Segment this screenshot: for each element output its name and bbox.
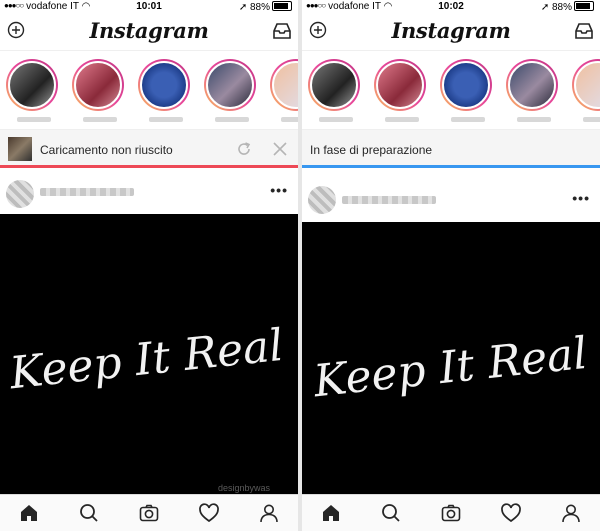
post-username[interactable]: [342, 196, 436, 204]
status-bar: ●●●○○ vodafone IT ◠ 10:02 ➚ 88%: [302, 0, 600, 14]
battery-percent: 88%: [249, 2, 270, 13]
post-username[interactable]: [40, 188, 134, 196]
post-watermark: designbywas: [217, 483, 270, 493]
upload-status-banner: In fase di preparazione: [302, 130, 600, 168]
inbox-icon[interactable]: [272, 22, 292, 40]
profile-icon[interactable]: [258, 502, 280, 524]
inbox-icon[interactable]: [574, 22, 594, 40]
post-image[interactable]: Keep It Real: [302, 222, 600, 497]
upload-thumbnail: [8, 137, 32, 161]
camera-icon[interactable]: [440, 502, 462, 524]
tab-bar: [302, 494, 600, 531]
battery-icon: [272, 1, 292, 11]
camera-icon[interactable]: [138, 502, 160, 524]
story-item[interactable]: [72, 59, 128, 122]
story-item[interactable]: [374, 59, 430, 122]
heart-icon[interactable]: [500, 502, 522, 524]
instagram-logo: Instagram: [89, 18, 209, 43]
app-header: Instagram: [302, 14, 600, 51]
upload-status-text: In fase di preparazione: [310, 143, 433, 157]
story-item[interactable]: [572, 59, 600, 122]
stories-tray[interactable]: [0, 51, 298, 130]
search-icon[interactable]: [380, 502, 402, 524]
status-bar: ●●●○○ vodafone IT ◠ 10:01 ➚ 88%: [0, 0, 298, 14]
story-item[interactable]: [204, 59, 260, 122]
story-item[interactable]: [506, 59, 562, 122]
home-icon[interactable]: [320, 502, 342, 524]
story-item[interactable]: [440, 59, 496, 122]
home-icon[interactable]: [18, 502, 40, 524]
upload-status-text: Caricamento non riuscito: [40, 143, 173, 157]
post-header: •••: [0, 172, 298, 216]
upload-progress-bar: [0, 165, 298, 168]
app-header: Instagram: [0, 14, 298, 51]
post-avatar[interactable]: [6, 180, 34, 208]
battery-icon: [574, 1, 594, 11]
upload-progress-bar: [302, 165, 600, 168]
upload-progress-track: [302, 165, 600, 168]
heart-icon[interactable]: [198, 502, 220, 524]
tab-bar: [0, 494, 298, 531]
story-item[interactable]: [308, 59, 364, 122]
location-icon: ➚: [540, 2, 550, 13]
right-screen: ●●●○○ vodafone IT ◠ 10:02 ➚ 88% Instagram…: [302, 0, 600, 531]
more-icon[interactable]: •••: [572, 190, 590, 206]
upload-progress-track: [0, 165, 298, 168]
search-icon[interactable]: [78, 502, 100, 524]
post-image-text: Keep It Real: [310, 328, 589, 408]
instagram-logo: Instagram: [391, 18, 511, 43]
close-icon[interactable]: [272, 141, 288, 157]
post-image[interactable]: Keep It Real designbywas: [0, 214, 298, 497]
story-item[interactable]: [6, 59, 62, 122]
upload-status-banner: Caricamento non riuscito: [0, 130, 298, 168]
post-image-text: Keep It Real: [6, 320, 285, 400]
post-avatar[interactable]: [308, 186, 336, 214]
story-item[interactable]: [138, 59, 194, 122]
retry-icon[interactable]: [236, 141, 252, 157]
location-icon: ➚: [238, 2, 248, 13]
post-image-lettering: Keep It Real: [6, 320, 285, 400]
more-icon[interactable]: •••: [270, 182, 288, 198]
battery-percent: 88%: [551, 2, 572, 13]
left-screen: ●●●○○ vodafone IT ◠ 10:01 ➚ 88% Instagram…: [0, 0, 298, 531]
post-image-lettering: Keep It Real: [310, 328, 589, 408]
story-item[interactable]: [270, 59, 298, 122]
profile-icon[interactable]: [560, 502, 582, 524]
stories-tray[interactable]: [302, 51, 600, 130]
post-header: •••: [302, 180, 600, 224]
